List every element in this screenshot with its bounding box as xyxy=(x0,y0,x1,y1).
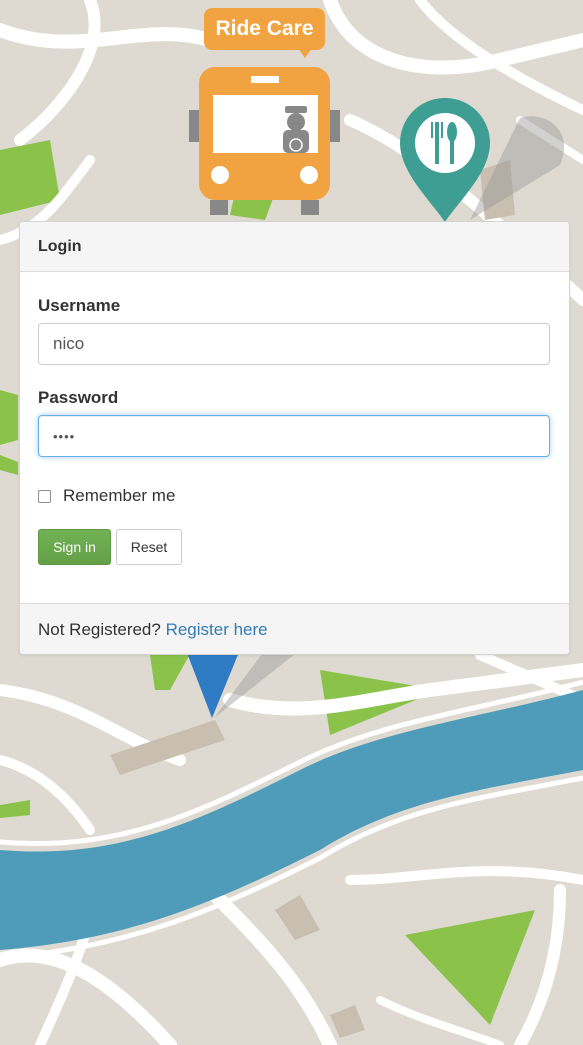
app-logo-text: Ride Care xyxy=(215,17,314,40)
register-link[interactable]: Register here xyxy=(166,620,268,639)
bus-icon xyxy=(189,48,340,215)
app-logo: Ride Care xyxy=(204,8,325,50)
login-heading-text: Login xyxy=(38,238,82,255)
password-input[interactable]: •••• xyxy=(38,415,550,457)
remember-me-checkbox[interactable] xyxy=(38,489,51,503)
password-masked-value: •••• xyxy=(53,428,76,444)
remember-me-row[interactable]: Remember me xyxy=(38,486,175,506)
remember-me-label: Remember me xyxy=(63,486,176,505)
login-panel: Login Username Password •••• Remember me… xyxy=(19,221,570,655)
not-registered-text: Not Registered? xyxy=(38,620,161,639)
login-panel-heading: Login xyxy=(20,222,569,272)
username-label: Username xyxy=(38,296,121,315)
reset-label: Reset xyxy=(130,539,168,555)
username-input[interactable] xyxy=(38,323,550,365)
password-label: Password xyxy=(38,388,119,407)
page: Ride Care Login Username Password •••• R… xyxy=(0,0,583,1045)
login-panel-footer: Not Registered? Register here xyxy=(20,603,569,654)
login-form: Username Password •••• Remember me Sign … xyxy=(20,272,569,602)
reset-button[interactable]: Reset xyxy=(116,529,182,565)
sign-in-label: Sign in xyxy=(53,539,96,555)
sign-in-button[interactable]: Sign in xyxy=(38,529,111,565)
